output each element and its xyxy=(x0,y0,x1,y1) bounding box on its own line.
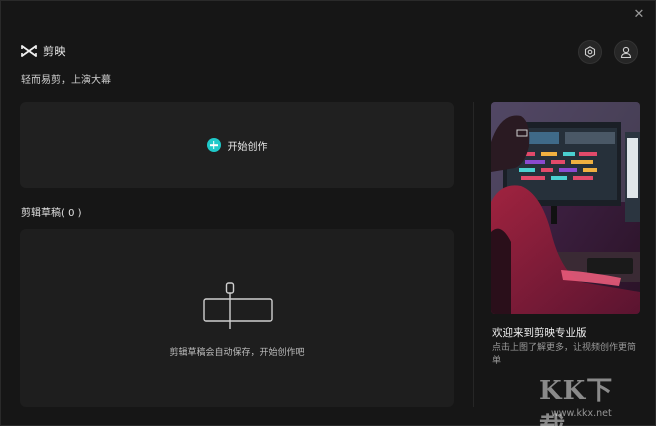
drafts-panel: 剪辑草稿会自动保存，开始创作吧 xyxy=(20,229,454,407)
watermark: KK下载 www.kkx.net xyxy=(539,370,639,426)
close-icon[interactable]: ✕ xyxy=(631,7,647,23)
capcut-logo-icon xyxy=(21,45,37,57)
app-logo: 剪映 xyxy=(21,43,66,59)
settings-button[interactable] xyxy=(578,40,602,64)
start-creation-label: 开始创作 xyxy=(227,141,268,153)
drafts-title: 剪辑草稿( 0 ) xyxy=(21,208,82,219)
start-creation-button[interactable]: 开始创作 xyxy=(20,102,454,188)
draft-placeholder-icon xyxy=(203,282,273,329)
promo-description: 点击上图了解更多，让视频创作更简单 xyxy=(492,343,637,366)
settings-icon xyxy=(584,46,596,58)
watermark-url: www.kkx.net xyxy=(551,408,612,419)
app-name: 剪映 xyxy=(43,45,66,58)
user-icon xyxy=(620,46,632,58)
promo-illustration xyxy=(491,102,640,314)
promo-title: 欢迎来到剪映专业版 xyxy=(492,327,587,339)
panel-divider xyxy=(473,102,474,407)
app-window: ✕ 剪映 轻而易剪，上演大幕 开始创作 剪辑草稿( 0 ) 剪辑草稿会自动保存，… xyxy=(0,0,656,426)
drafts-empty-hint: 剪辑草稿会自动保存，开始创作吧 xyxy=(169,348,305,358)
plus-icon xyxy=(206,138,221,152)
slogan-text: 轻而易剪，上演大幕 xyxy=(21,75,111,86)
user-button[interactable] xyxy=(614,40,638,64)
promo-image[interactable] xyxy=(491,102,640,314)
